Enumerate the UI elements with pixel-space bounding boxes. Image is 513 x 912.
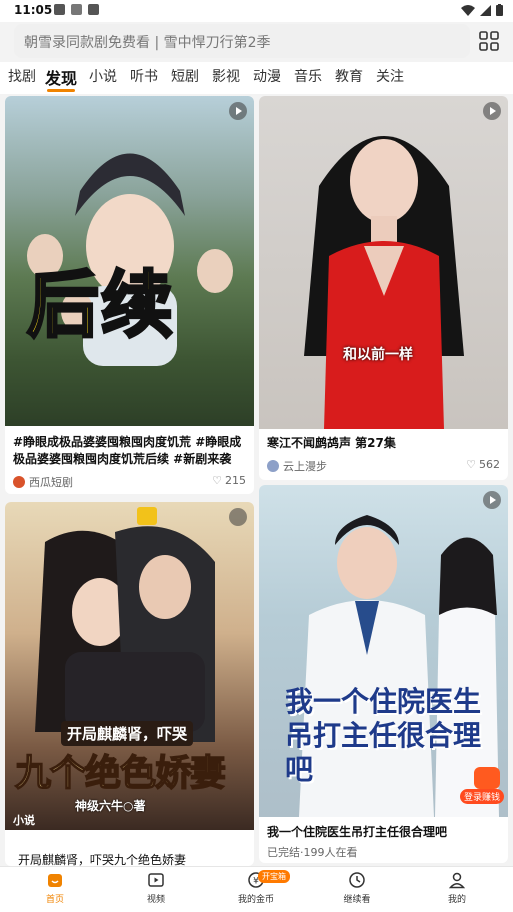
feed-card[interactable]: 后续 #睁眼成极品婆婆囤粮囤肉度饥荒 #睁眼成极品婆婆囤粮囤肉度饥荒后续 #新剧… bbox=[5, 96, 254, 494]
nav-home[interactable]: 首页 bbox=[25, 871, 85, 905]
author-name: 云上漫步 bbox=[283, 460, 327, 473]
nav-coins-label: 我的金币 bbox=[237, 895, 274, 905]
earn-money-label: 登录赚钱 bbox=[460, 789, 505, 804]
play-icon bbox=[483, 102, 501, 120]
nav-continue-watching[interactable]: 继续看 bbox=[327, 871, 387, 905]
tab-music[interactable]: 音乐 bbox=[294, 66, 322, 86]
status-notification-icons bbox=[54, 4, 99, 15]
tab-film[interactable]: 影视 bbox=[212, 66, 240, 86]
tab-anime[interactable]: 动漫 bbox=[253, 66, 281, 86]
tab-follow[interactable]: 关注 bbox=[376, 66, 404, 86]
nav-video[interactable]: 视频 bbox=[126, 871, 186, 905]
grid-menu-icon[interactable] bbox=[478, 30, 500, 52]
clock-icon bbox=[349, 872, 365, 888]
home-icon bbox=[48, 874, 62, 887]
like-count: 562 bbox=[479, 458, 500, 471]
feed-card[interactable]: 我一个住院医生吊打主任很合理吧 登录赚钱 我一个住院医生吊打主任很合理吧 已完结… bbox=[259, 485, 508, 863]
card-title: 寒江不闻鹧鸪声 第27集 bbox=[267, 436, 396, 450]
status-time: 11:05 bbox=[14, 3, 53, 17]
video-icon bbox=[148, 873, 164, 887]
wifi-icon bbox=[461, 4, 475, 16]
treasure-box-badge[interactable]: 开宝箱 bbox=[258, 870, 290, 883]
feed-card[interactable]: 开局麒麟肾，吓哭 九个绝色娇妻 神级六牛○著 小说 开局麒麟肾，吓哭九个绝色娇妻 bbox=[5, 502, 254, 866]
cover-author-text: 神级六牛○著 bbox=[75, 799, 146, 813]
cover-title-text: 九个绝色娇妻 bbox=[14, 752, 227, 795]
tab-novel[interactable]: 小说 bbox=[89, 66, 117, 86]
subtitle-overlay: 和以前一样 bbox=[343, 347, 413, 363]
content-type-tag: 小说 bbox=[13, 814, 35, 827]
cover-top-text: 开局麒麟肾，吓哭 bbox=[61, 721, 194, 746]
card-thumbnail: 后续 bbox=[5, 96, 254, 426]
tab-find-drama[interactable]: 找剧 bbox=[8, 66, 36, 86]
like-button[interactable]: ♡ 215 bbox=[212, 474, 246, 487]
status-bar: 11:05 bbox=[0, 0, 513, 22]
status-system-icons bbox=[461, 4, 503, 16]
nav-video-label: 视频 bbox=[146, 895, 165, 905]
card-meta: 已完结·199人在看 bbox=[267, 846, 358, 859]
battery-icon bbox=[496, 4, 503, 16]
feed-card[interactable]: 和以前一样 寒江不闻鹧鸪声 第27集 云上漫步 ♡ 562 bbox=[259, 96, 508, 480]
like-count: 215 bbox=[225, 474, 246, 487]
play-icon bbox=[229, 102, 247, 120]
crown-icon bbox=[137, 507, 157, 525]
card-title: #睁眼成极品婆婆囤粮囤肉度饥荒 #睁眼成极品婆婆囤粮囤肉度饥荒后续 #新剧来袭 … bbox=[13, 435, 242, 466]
card-thumbnail: 和以前一样 bbox=[259, 96, 508, 429]
poster-title-main: 我一个住院医生吊打主任很合理吧 bbox=[285, 685, 482, 786]
earn-money-badge[interactable]: 登录赚钱 bbox=[460, 767, 508, 804]
author-avatar bbox=[267, 460, 279, 472]
search-placeholder: 朝雪录同款剧免费看 | 雪中悍刀行第2季 bbox=[24, 35, 271, 51]
category-tabs: 找剧 发现 小说 听书 短剧 影视 动漫 音乐 教育 关注 bbox=[0, 62, 513, 94]
nav-profile-label: 我的 bbox=[447, 895, 466, 905]
bottom-navigation: 首页 视频 ¥ 我的金币 继续看 我的 bbox=[0, 866, 513, 912]
heart-icon: ♡ bbox=[212, 474, 222, 487]
play-icon bbox=[483, 491, 501, 509]
nav-continue-label: 继续看 bbox=[343, 895, 371, 905]
search-icon bbox=[229, 508, 247, 526]
author-avatar bbox=[13, 476, 25, 488]
search-input[interactable]: 朝雪录同款剧免费看 | 雪中悍刀行第2季 bbox=[14, 24, 470, 58]
card-author: 云上漫步 bbox=[267, 458, 327, 474]
author-name: 西瓜短剧 bbox=[29, 476, 73, 489]
heart-icon: ♡ bbox=[466, 458, 476, 471]
card-title: 开局麒麟肾，吓哭九个绝色娇妻 bbox=[18, 853, 187, 866]
poster-figure bbox=[304, 136, 464, 429]
tab-audiobook[interactable]: 听书 bbox=[130, 66, 158, 86]
card-author: 西瓜短剧 bbox=[13, 474, 73, 490]
red-envelope-icon bbox=[474, 767, 500, 789]
nav-home-label: 首页 bbox=[45, 895, 64, 905]
notification-icon bbox=[54, 4, 65, 15]
card-title: 我一个住院医生吊打主任很合理吧 bbox=[267, 825, 448, 839]
like-button[interactable]: ♡ 562 bbox=[466, 458, 500, 471]
poster-title-text: 我一个住院医生吊打主任很合理吧 bbox=[285, 685, 495, 787]
app-icon bbox=[88, 4, 99, 15]
tab-discover[interactable]: 发现 bbox=[45, 65, 77, 89]
signal-icon bbox=[480, 4, 491, 16]
card-thumbnail: 开局麒麟肾，吓哭 九个绝色娇妻 神级六牛○著 小说 bbox=[5, 502, 254, 830]
tab-short-drama[interactable]: 短剧 bbox=[171, 66, 199, 86]
user-icon bbox=[448, 872, 466, 889]
download-icon bbox=[71, 4, 82, 15]
tab-education[interactable]: 教育 bbox=[335, 66, 363, 86]
poster-overlay-text: 后续 bbox=[25, 262, 176, 349]
active-tab-indicator bbox=[47, 89, 75, 92]
nav-profile[interactable]: 我的 bbox=[427, 871, 487, 905]
